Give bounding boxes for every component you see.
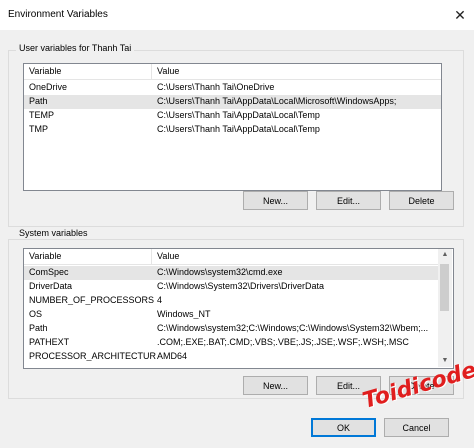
variable-name: TMP [29,124,48,134]
variable-value: C:\Windows\system32\cmd.exe [157,267,283,277]
column-header-value[interactable]: Value [157,66,179,76]
user-new-button[interactable]: New... [243,191,308,210]
user-variables-list[interactable]: Variable Value OneDrive C:\Users\Thanh T… [23,63,442,191]
list-item[interactable]: TMP C:\Users\Thanh Tai\AppData\Local\Tem… [24,123,441,137]
system-variables-label: System variables [16,228,91,238]
list-item[interactable]: DriverData C:\Windows\System32\Drivers\D… [24,280,438,294]
vertical-scrollbar[interactable]: ▲ ▼ [438,249,452,367]
close-icon[interactable]: ✕ [450,5,470,25]
variable-name: OneDrive [29,82,68,92]
column-header-variable[interactable]: Variable [29,251,61,261]
variable-value: 4 [157,295,163,305]
list-item[interactable]: Path C:\Users\Thanh Tai\AppData\Local\Mi… [24,95,441,109]
variable-name: ComSpec [29,267,69,277]
list-item[interactable]: ComSpec C:\Windows\system32\cmd.exe [24,266,438,280]
title-bar: Environment Variables ✕ [0,0,474,30]
list-item[interactable]: Path C:\Windows\system32;C:\Windows;C:\W… [24,322,438,336]
user-list-header: Variable Value [24,64,441,80]
variable-value: .COM;.EXE;.BAT;.CMD;.VBS;.VBE;.JS;.JSE;.… [157,337,409,347]
user-delete-button[interactable]: Delete [389,191,454,210]
system-new-button[interactable]: New... [243,376,308,395]
list-item[interactable]: PROCESSOR_ARCHITECTURE AMD64 [24,350,438,364]
variable-value: C:\Windows\system32;C:\Windows;C:\Window… [157,323,429,333]
column-header-value[interactable]: Value [157,251,179,261]
variable-value: C:\Users\Thanh Tai\AppData\Local\Microso… [157,96,397,106]
variable-value: AMD64 [157,351,188,361]
variable-name: PATHEXT [29,337,70,347]
variable-name: DriverData [29,281,73,291]
window-title: Environment Variables [8,9,108,20]
user-variables-label: User variables for Thanh Tai [16,43,135,53]
variable-value: C:\Users\Thanh Tai\AppData\Local\Temp [157,124,320,134]
list-item[interactable]: TEMP C:\Users\Thanh Tai\AppData\Local\Te… [24,109,441,123]
variable-value: C:\Users\Thanh Tai\OneDrive [157,82,275,92]
variable-value: Windows_NT [157,309,211,319]
variable-name: PROCESSOR_ARCHITECTURE [29,351,156,361]
cancel-button[interactable]: Cancel [384,418,449,437]
user-edit-button[interactable]: Edit... [316,191,381,210]
variable-value: C:\Windows\System32\Drivers\DriverData [157,281,325,291]
system-list-header: Variable Value [24,249,438,265]
variable-name: Path [29,323,48,333]
scroll-thumb[interactable] [440,264,449,311]
column-separator[interactable] [151,249,152,264]
list-item[interactable]: OS Windows_NT [24,308,438,322]
list-item[interactable]: OneDrive C:\Users\Thanh Tai\OneDrive [24,81,441,95]
list-item[interactable]: NUMBER_OF_PROCESSORS 4 [24,294,438,308]
list-item[interactable]: PATHEXT .COM;.EXE;.BAT;.CMD;.VBS;.VBE;.J… [24,336,438,350]
variable-name: TEMP [29,110,55,120]
variable-value: C:\Users\Thanh Tai\AppData\Local\Temp [157,110,320,120]
variable-name: Path [29,96,48,106]
variable-name: OS [29,309,43,319]
column-header-variable[interactable]: Variable [29,66,61,76]
ok-button[interactable]: OK [311,418,376,437]
scroll-up-icon[interactable]: ▲ [438,249,452,261]
variable-name: NUMBER_OF_PROCESSORS [29,295,154,305]
column-separator[interactable] [151,64,152,79]
system-variables-list[interactable]: Variable Value ComSpec C:\Windows\system… [23,248,454,369]
